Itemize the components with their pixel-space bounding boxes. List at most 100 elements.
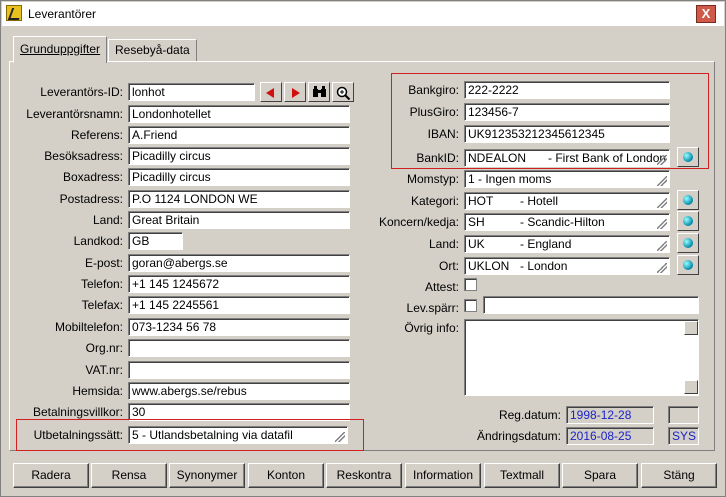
bankid-desc: - First Bank of London — [548, 151, 667, 165]
label-epost: E-post: — [84, 256, 123, 270]
label-kategori: Kategori: — [410, 194, 459, 208]
ort-lookup-button[interactable] — [677, 255, 699, 275]
supplier-window: Leverantörer X Grunduppgifter Resebyå-da… — [0, 0, 726, 497]
levsparr-input[interactable] — [483, 296, 699, 314]
telefon-input[interactable]: +1 145 1245672 — [128, 275, 350, 293]
koncern-combo[interactable]: SH - Scandic-Hilton — [464, 213, 670, 231]
kategori-code: HOT — [468, 194, 494, 208]
label-ovriginfo: Övrig info: — [404, 321, 459, 335]
prev-record-button[interactable] — [260, 82, 282, 102]
label-ort: Ort: — [439, 259, 459, 273]
zoom-button[interactable] — [332, 82, 354, 102]
referens-input[interactable]: A.Friend — [128, 126, 350, 144]
label-regdatum: Reg.datum: — [498, 408, 561, 422]
konton-button[interactable]: Konton — [248, 463, 324, 488]
label-boxadress: Boxadress: — [62, 170, 123, 184]
momstyp-combo[interactable]: 1 - Ingen moms — [464, 170, 670, 188]
land-lookup-button[interactable] — [677, 233, 699, 253]
label-orgnr: Org.nr: — [85, 341, 123, 355]
telefax-input[interactable]: +1 145 2245561 — [128, 296, 350, 314]
postadress-input[interactable]: P.O 1124 LONDON WE — [128, 190, 350, 208]
ort-code: UKLON — [468, 259, 510, 273]
close-button[interactable]: X — [696, 5, 716, 23]
kategori-lookup-button[interactable] — [677, 190, 699, 210]
land-desc: - England — [520, 237, 572, 251]
label-land-right: Land: — [428, 237, 459, 251]
kategori-desc: - Hotell — [520, 194, 559, 208]
ovriginfo-scroll-up[interactable] — [684, 321, 698, 335]
ovriginfo-scroll-down[interactable] — [684, 380, 698, 394]
bankid-code: NDEALON — [468, 151, 527, 165]
bankid-lookup-button[interactable] — [677, 147, 699, 167]
label-levsparr: Lev.spärr: — [406, 301, 459, 315]
label-telefax: Telefax: — [81, 298, 123, 312]
bankgiro-input[interactable]: 222-2222 — [464, 81, 670, 99]
label-leverantorsnamn: Leverantörsnamn: — [26, 107, 123, 121]
synonymer-button[interactable]: Synonymer — [169, 463, 245, 488]
kategori-combo[interactable]: HOT - Hotell — [464, 192, 670, 210]
leverantorsnamn-input[interactable]: Londonhotellet — [128, 105, 350, 123]
hemsida-input[interactable]: www.abergs.se/rebus — [128, 382, 350, 400]
levsparr-checkbox[interactable] — [464, 299, 477, 312]
highlight-utbetalningssatt — [16, 419, 364, 451]
koncern-code: SH — [468, 215, 485, 229]
spara-button[interactable]: Spara — [562, 463, 638, 488]
information-button[interactable]: Information — [405, 463, 481, 488]
label-andringsdatum: Ändringsdatum: — [476, 429, 561, 443]
label-betalningsvillkor: Betalningsvillkor: — [32, 405, 123, 419]
label-telefon: Telefon: — [80, 277, 123, 291]
label-attest: Attest: — [424, 280, 459, 294]
iban-input[interactable]: UK912353212345612345 — [464, 125, 670, 143]
radera-button[interactable]: Radera — [13, 463, 89, 488]
title-bar: Leverantörer X — [2, 2, 724, 26]
tab-resebyra-data[interactable]: Resebyå-data — [108, 39, 197, 61]
label-besoksadress: Besöksadress: — [44, 149, 123, 163]
bankid-combo[interactable]: NDEALON - First Bank of London — [464, 149, 670, 167]
boxadress-input[interactable]: Picadilly circus — [128, 168, 350, 186]
label-momstyp: Momstyp: — [406, 172, 459, 186]
label-bankgiro: Bankgiro: — [408, 83, 459, 97]
mobiltelefon-input[interactable]: 073-1234 56 78 — [128, 318, 350, 336]
koncern-lookup-button[interactable] — [677, 211, 699, 231]
regdatum-user-field — [668, 406, 699, 424]
land-code: UK — [468, 237, 485, 251]
koncern-desc: - Scandic-Hilton — [520, 215, 605, 229]
besoksadress-input[interactable]: Picadilly circus — [128, 147, 350, 165]
regdatum-field: 1998-12-28 — [566, 406, 654, 424]
vatnr-input[interactable] — [128, 361, 350, 379]
label-land: Land: — [92, 213, 123, 227]
label-iban: IBAN: — [427, 127, 459, 141]
land-input[interactable]: Great Britain — [128, 211, 350, 229]
label-mobiltelefon: Mobiltelefon: — [54, 320, 123, 334]
window-title: Leverantörer — [28, 7, 97, 21]
land-combo[interactable]: UK - England — [464, 235, 670, 253]
tab-grunduppgifter[interactable]: Grunduppgifter — [13, 36, 108, 63]
label-referens: Referens: — [70, 128, 123, 142]
search-button[interactable] — [308, 82, 330, 102]
label-bankid: BankID: — [416, 151, 459, 165]
textmall-button[interactable]: Textmall — [484, 463, 560, 488]
rensa-button[interactable]: Rensa — [91, 463, 167, 488]
label-vatnr: VAT.nr: — [85, 363, 123, 377]
andringsdatum-field: 2016-08-25 — [566, 427, 654, 445]
app-icon — [6, 5, 22, 21]
label-hemsida: Hemsida: — [72, 384, 123, 398]
plusgiro-input[interactable]: 123456-7 — [464, 103, 670, 121]
reskontra-button[interactable]: Reskontra — [326, 463, 402, 488]
ovriginfo-textarea[interactable] — [464, 319, 699, 396]
orgnr-input[interactable] — [128, 339, 350, 357]
landkod-input[interactable]: GB — [128, 232, 183, 250]
leverantors-id-input[interactable]: lonhot — [128, 83, 255, 101]
epost-input[interactable]: goran@abergs.se — [128, 254, 350, 272]
ort-desc: - London — [520, 259, 568, 273]
ort-combo[interactable]: UKLON - London — [464, 257, 670, 275]
label-landkod: Landkod: — [73, 234, 123, 248]
attest-checkbox[interactable] — [464, 278, 477, 291]
next-record-button[interactable] — [284, 82, 306, 102]
magnifier-icon — [336, 86, 351, 103]
stang-button[interactable]: Stäng — [641, 463, 717, 488]
label-postadress: Postadress: — [59, 192, 123, 206]
label-koncern: Koncern/kedja: — [378, 215, 459, 229]
label-leverantors-id: Leverantörs-ID: — [40, 85, 123, 99]
binoculars-icon — [312, 86, 327, 102]
